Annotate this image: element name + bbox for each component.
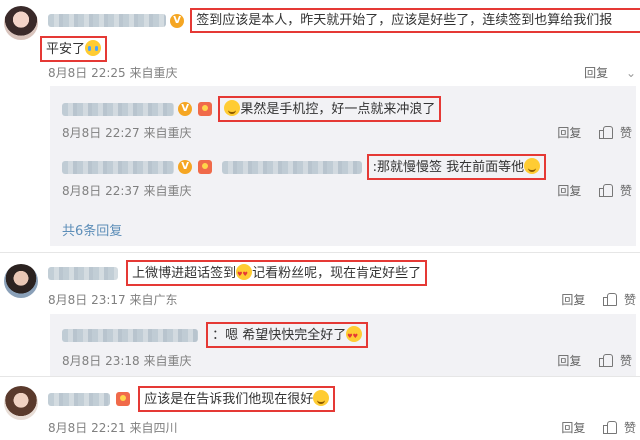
reply-thread: ：嗯 希望快快完全好了 8月8日 23:18 来自重庆 回复 赞 bbox=[50, 314, 636, 376]
username-blurred[interactable] bbox=[48, 266, 118, 280]
chevron-down-icon[interactable]: ⌄ bbox=[626, 66, 636, 80]
reply-text: :那就慢慢签 我在前面等他 bbox=[372, 160, 525, 175]
reply-meta: 8月8日 22:37 来自重庆 bbox=[62, 184, 192, 198]
love-eyes-emoji-icon bbox=[236, 264, 253, 283]
like-button[interactable]: 赞 bbox=[620, 352, 632, 369]
fan-badge-icon bbox=[198, 102, 213, 116]
comment-text: 应该是在告诉我们他现在很好 bbox=[144, 392, 314, 407]
comment-1: V 签到应该是本人，昨天就开始了，应该是好些了，连续签到也算给我们报 平安了 8… bbox=[0, 0, 640, 246]
thumbs-up-icon[interactable] bbox=[599, 354, 614, 367]
username-blurred[interactable] bbox=[48, 14, 166, 27]
comment-text: 上微博进超话签到 bbox=[132, 266, 237, 281]
reply-text: 果然是手机控，好一点就来冲浪了 bbox=[240, 102, 436, 117]
reply-username-blurred[interactable] bbox=[62, 102, 174, 116]
reply-meta: 8月8日 22:27 来自重庆 bbox=[62, 126, 192, 140]
laughing-emoji-icon bbox=[313, 390, 330, 406]
reply-username-blurred[interactable] bbox=[62, 328, 198, 342]
fan-badge-icon bbox=[198, 160, 213, 174]
reply-2: V :那就慢慢签 我在前面等他 bbox=[62, 154, 547, 180]
reply-button[interactable]: 回复 bbox=[557, 124, 581, 141]
like-button[interactable]: 赞 bbox=[624, 291, 636, 308]
reply-actions: 回复 赞 bbox=[557, 182, 632, 199]
reply-thread: V 果然是手机控，好一点就来冲浪了 8月8日 22:27 来自重庆 回复 赞 V… bbox=[50, 86, 636, 246]
wink-emoji-icon bbox=[524, 158, 541, 174]
love-eyes-emoji-icon bbox=[346, 326, 363, 345]
avatar[interactable] bbox=[4, 264, 38, 298]
comment-text-continued: 平安了 bbox=[40, 36, 108, 62]
like-button[interactable]: 赞 bbox=[620, 124, 632, 141]
reply-actions: 回复 赞 bbox=[557, 352, 632, 369]
comment-2: 上微博进超话签到记看粉丝呢，现在肯定好些了 8月8日 23:17 来自广东 回复… bbox=[0, 256, 640, 376]
like-button[interactable]: 赞 bbox=[620, 182, 632, 199]
reply-button[interactable]: 回复 bbox=[561, 291, 585, 308]
comment-meta: 8月8日 23:17 来自广东 bbox=[48, 293, 178, 307]
like-button[interactable]: 赞 bbox=[624, 419, 636, 436]
reply-meta: 8月8日 23:18 来自重庆 bbox=[62, 354, 192, 368]
reply-button[interactable]: 回复 bbox=[557, 352, 581, 369]
fan-badge-icon bbox=[116, 392, 131, 406]
comment-actions: 回复 赞 bbox=[561, 291, 636, 308]
thumbs-up-icon[interactable] bbox=[599, 184, 614, 197]
vip-icon: V bbox=[170, 13, 185, 28]
comment-actions: 回复 赞 bbox=[561, 419, 636, 436]
comment-meta: 8月8日 22:25 来自重庆 bbox=[48, 66, 178, 80]
reply-button[interactable]: 回复 bbox=[561, 419, 585, 436]
reply-button[interactable]: 回复 bbox=[557, 182, 581, 199]
avatar[interactable] bbox=[4, 6, 38, 40]
comment-meta: 8月8日 22:21 来自四川 bbox=[48, 421, 178, 435]
crying-emoji-icon bbox=[85, 40, 102, 56]
reply-username-blurred[interactable] bbox=[62, 160, 174, 174]
comment-header: V 签到应该是本人，昨天就开始了，应该是好些了，连续签到也算给我们报 bbox=[48, 8, 640, 33]
thumbs-up-icon[interactable] bbox=[599, 126, 614, 139]
smile-emoji-icon bbox=[224, 100, 241, 116]
comment-text: 签到应该是本人，昨天就开始了，应该是好些了，连续签到也算给我们报 bbox=[190, 8, 640, 33]
thumbs-up-icon[interactable] bbox=[603, 293, 618, 306]
comment-text-tail: 记看粉丝呢，现在肯定好些了 bbox=[252, 266, 422, 281]
reply-text: ：嗯 希望快快完全好了 bbox=[212, 328, 347, 343]
divider bbox=[0, 376, 640, 377]
comment-text-2: 平安了 bbox=[46, 42, 86, 57]
username-blurred[interactable] bbox=[48, 392, 110, 406]
divider bbox=[0, 252, 640, 253]
reply-1: ：嗯 希望快快完全好了 bbox=[62, 322, 369, 348]
comment-header: 应该是在告诉我们他现在很好 bbox=[48, 386, 336, 412]
vip-icon: V bbox=[178, 102, 193, 116]
comment-actions: 回复 ⌄ bbox=[584, 64, 636, 81]
mention-blurred[interactable] bbox=[222, 160, 363, 174]
more-replies-link[interactable]: 共6条回复 bbox=[62, 220, 122, 239]
avatar[interactable] bbox=[4, 386, 38, 420]
reply-button[interactable]: 回复 bbox=[584, 64, 608, 81]
thumbs-up-icon[interactable] bbox=[603, 421, 618, 434]
reply-actions: 回复 赞 bbox=[557, 124, 632, 141]
reply-1: V 果然是手机控，好一点就来冲浪了 bbox=[62, 96, 442, 122]
comment-header: 上微博进超话签到记看粉丝呢，现在肯定好些了 bbox=[48, 260, 428, 286]
vip-icon: V bbox=[178, 160, 193, 174]
comment-3: 应该是在告诉我们他现在很好 8月8日 22:21 来自四川 回复 赞 bbox=[0, 380, 640, 440]
